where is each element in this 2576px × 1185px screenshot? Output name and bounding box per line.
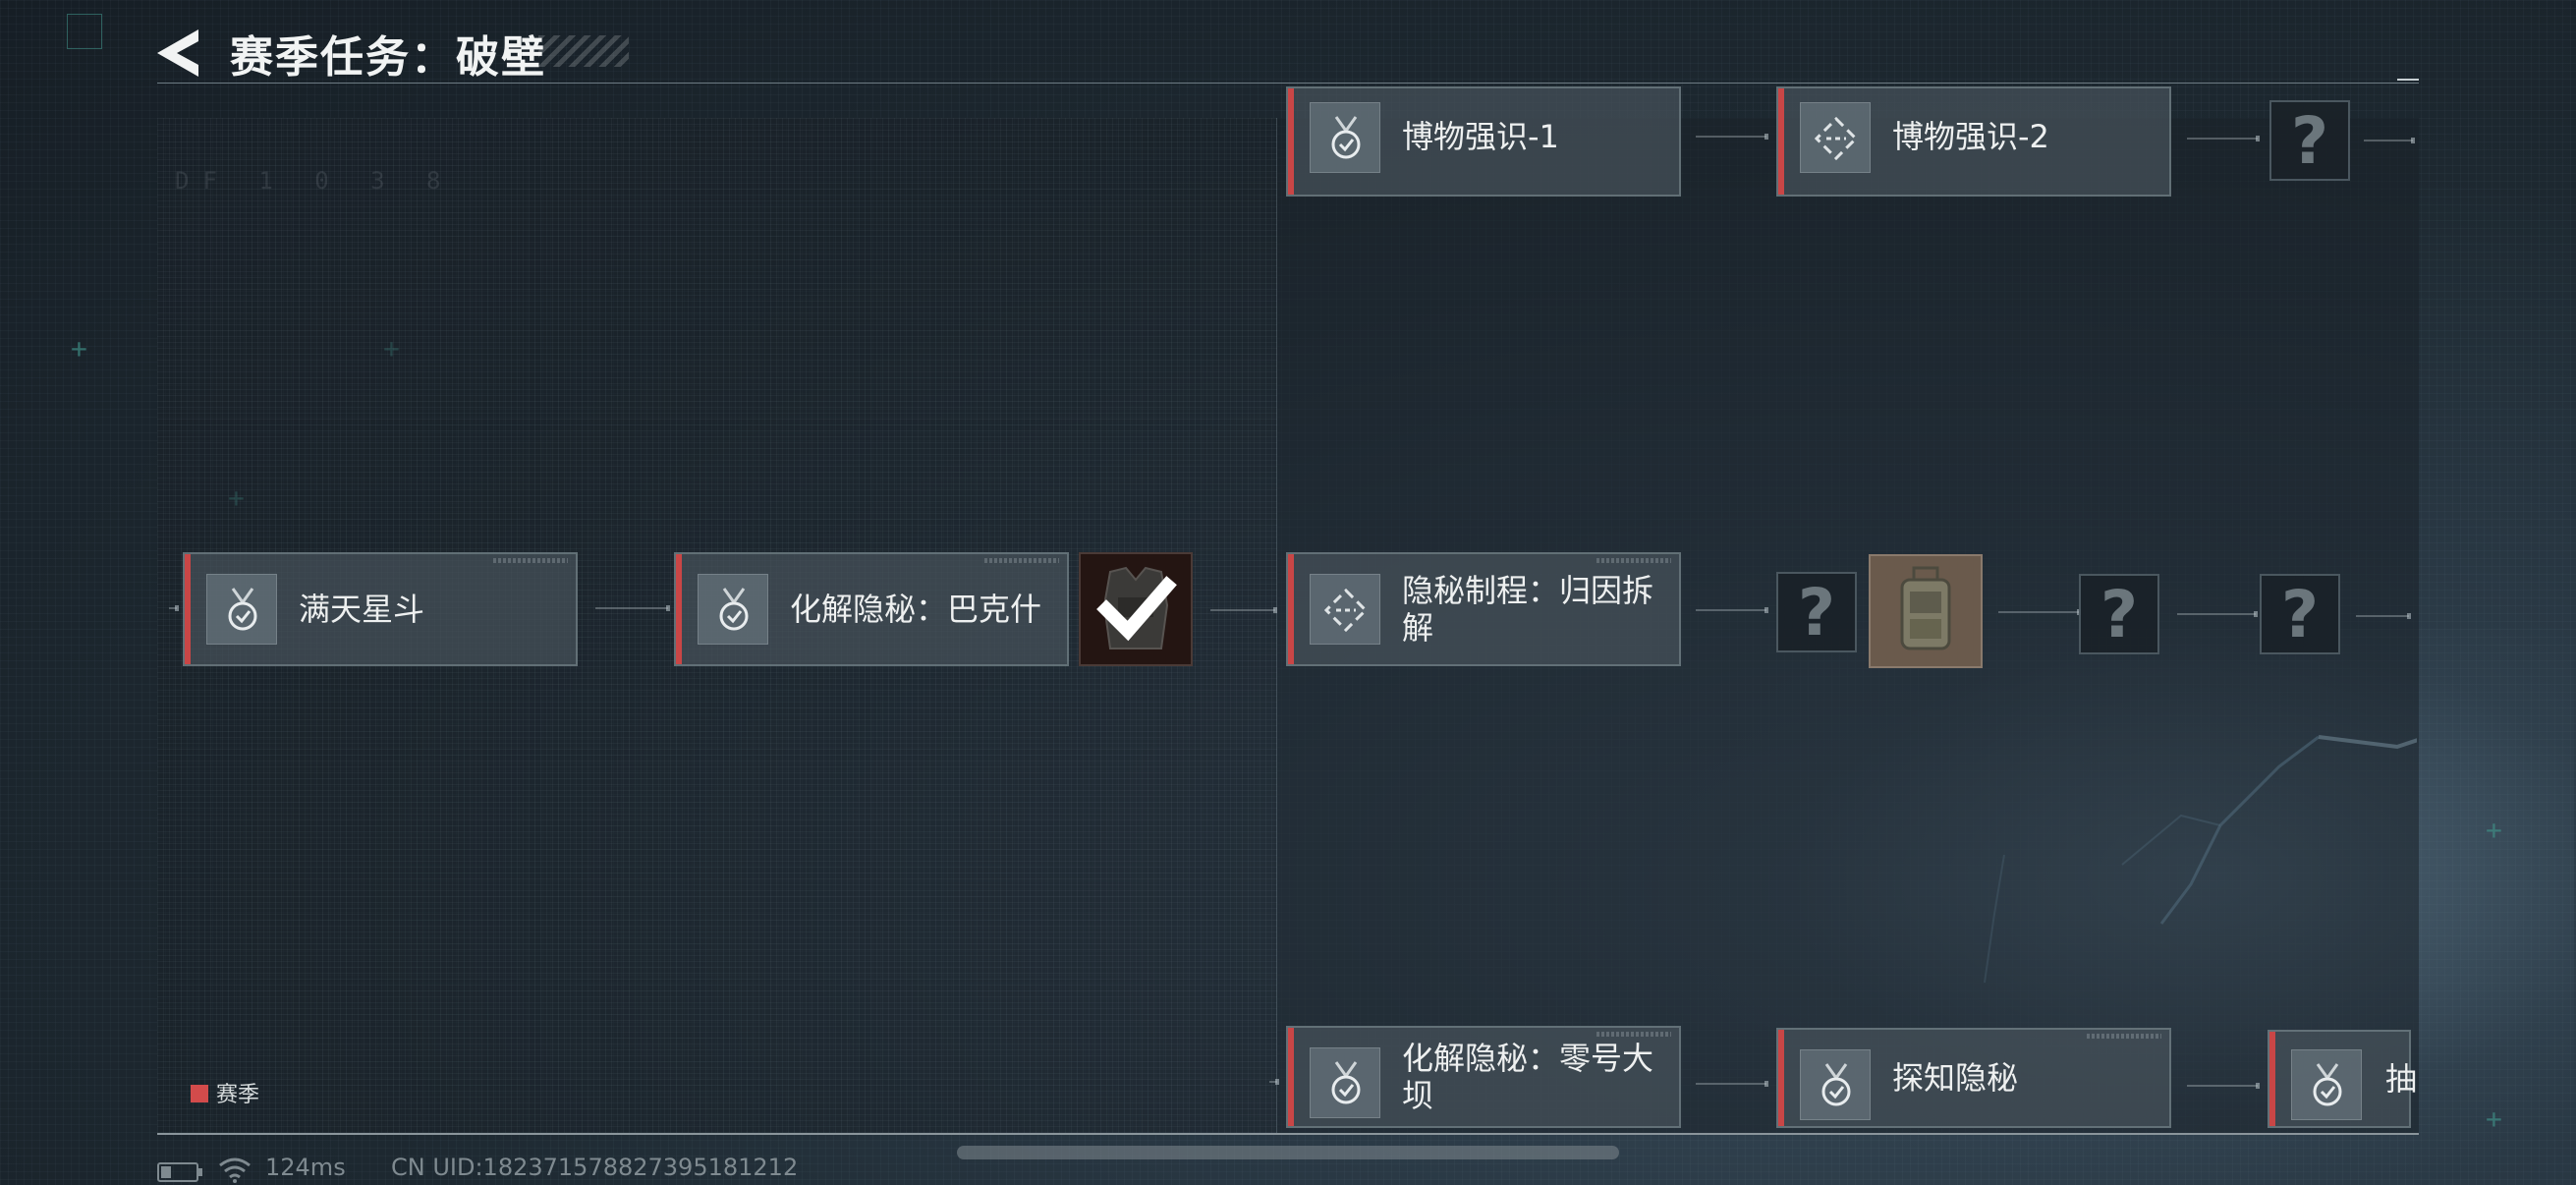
- battery-icon: [157, 1162, 202, 1182]
- user-uid: CN UID:182371578827395181212: [391, 1154, 799, 1181]
- decor-crosshair: +: [2486, 1102, 2502, 1135]
- task-node-mantian[interactable]: 满天星斗: [183, 552, 578, 666]
- task-icon-box: [2291, 1049, 2362, 1120]
- task-connector: [1998, 609, 2081, 615]
- locked-reward-box[interactable]: ?: [2260, 574, 2340, 654]
- task-icon-box: [206, 574, 277, 645]
- diamond-dash-icon: [1814, 116, 1859, 161]
- medal-check-icon: [1331, 1061, 1361, 1104]
- task-label: 博物强识-2: [1892, 118, 2049, 155]
- task-node-accent-bar: [1288, 88, 1294, 195]
- locked-reward-box[interactable]: ?: [2269, 100, 2350, 181]
- task-connector: [2356, 613, 2411, 619]
- back-arrow-icon: [157, 29, 198, 77]
- reward-backpack[interactable]: [1869, 554, 1983, 668]
- locked-reward-box[interactable]: ?: [2079, 574, 2159, 654]
- task-node-accent-bar: [1778, 88, 1784, 195]
- task-label: 化解隐秘：零号大坝: [1402, 1040, 1654, 1114]
- background-faint-text: DF 1 0 3 8: [175, 167, 455, 195]
- task-node-decoration: [493, 558, 568, 563]
- back-button[interactable]: [155, 28, 202, 79]
- task-label: 满天星斗: [299, 591, 425, 628]
- header-divider: [157, 83, 2419, 84]
- task-icon-box: [1310, 574, 1380, 645]
- task-connector: [169, 605, 179, 611]
- ping-readout: 124ms: [265, 1154, 346, 1181]
- task-connector: [2177, 611, 2258, 617]
- task-connector: [1269, 1079, 1279, 1085]
- task-icon-box: [1310, 102, 1380, 173]
- task-connector: [1696, 607, 1768, 613]
- task-connector: [2364, 138, 2415, 143]
- task-icon-box: [1800, 1049, 1871, 1120]
- decor-crosshair: +: [2486, 814, 2502, 846]
- locked-reward-box[interactable]: ?: [1776, 572, 1857, 652]
- medal-check-icon: [719, 588, 749, 631]
- decor-crosshair: +: [71, 332, 87, 365]
- wifi-icon: [219, 1157, 251, 1183]
- column-divider: [1276, 118, 1277, 1134]
- task-connector: [1696, 134, 1768, 140]
- medal-check-icon: [228, 588, 257, 631]
- task-node-yinmi-zhicheng[interactable]: 隐秘制程：归因拆解: [1286, 552, 1681, 666]
- task-node-chou-partial[interactable]: 抽: [2268, 1030, 2417, 1128]
- task-connector: [2187, 136, 2260, 141]
- panel-bottom-line: [157, 1133, 2419, 1135]
- task-node-accent-bar: [185, 554, 191, 664]
- task-node-accent-bar: [2269, 1032, 2275, 1126]
- task-node-accent-bar: [676, 554, 682, 664]
- title-decoration: [538, 35, 629, 67]
- legend-season-swatch: [191, 1085, 208, 1102]
- task-label: 博物强识-1: [1402, 118, 1559, 155]
- task-node-bowu-1[interactable]: 博物强识-1: [1286, 86, 1681, 197]
- task-icon-box: [1310, 1047, 1380, 1118]
- task-node-accent-bar: [1288, 1028, 1294, 1126]
- task-node-huajie-bakeshi[interactable]: 化解隐秘：巴克什: [674, 552, 1069, 666]
- medal-check-icon: [2313, 1063, 2342, 1106]
- task-label: 隐秘制程：归因拆解: [1402, 572, 1654, 647]
- horizontal-scrollbar[interactable]: [957, 1146, 1619, 1159]
- task-connector: [595, 605, 670, 611]
- backpack-icon: [1900, 566, 1951, 650]
- decor-corner-square: [67, 14, 102, 49]
- medal-check-icon: [1821, 1063, 1851, 1106]
- checkmark-icon: [1096, 576, 1177, 642]
- task-node-accent-bar: [1778, 1030, 1784, 1126]
- task-icon-box: [698, 574, 768, 645]
- task-node-accent-bar: [1288, 554, 1294, 664]
- task-label: 抽: [2385, 1060, 2418, 1098]
- task-node-tanzhi[interactable]: 探知隐秘: [1776, 1028, 2171, 1128]
- task-node-huajie-linghao[interactable]: 化解隐秘：零号大坝: [1286, 1026, 1681, 1128]
- task-node-bowu-2[interactable]: 博物强识-2: [1776, 86, 2171, 197]
- task-label: 化解隐秘：巴克什: [790, 591, 1042, 628]
- page-title: 赛季任务：破壁: [230, 32, 546, 83]
- task-label: 探知隐秘: [1892, 1059, 2019, 1097]
- diamond-dash-icon: [1323, 588, 1369, 633]
- task-connector: [2187, 1083, 2260, 1089]
- task-connector: [1210, 607, 1277, 613]
- reward-claimed-armor[interactable]: [1079, 552, 1193, 666]
- medal-check-icon: [1331, 116, 1361, 159]
- legend-season-label: 赛季: [216, 1083, 260, 1107]
- task-node-decoration: [2087, 1034, 2161, 1039]
- task-connector: [1696, 1081, 1768, 1087]
- task-icon-box: [1800, 102, 1871, 173]
- header-divider-tick: [2397, 79, 2419, 81]
